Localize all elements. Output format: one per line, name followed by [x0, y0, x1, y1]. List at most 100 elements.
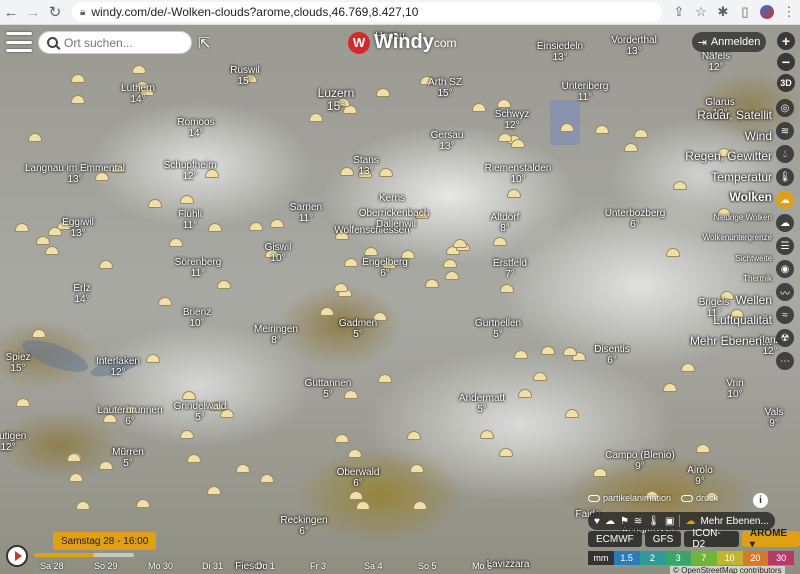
city-label[interactable]: Sörenberg 11° — [175, 257, 222, 279]
timeline-day[interactable]: Do 1 — [256, 561, 310, 571]
thermal-icon[interactable]: 〰 — [776, 283, 794, 301]
search-box[interactable] — [38, 31, 192, 54]
city-label[interactable]: Mürren 5° — [112, 447, 144, 469]
city-label[interactable]: Lauterbrunnen 6° — [97, 405, 162, 427]
layer-item-label[interactable]: Regen, Gewitter — [685, 146, 772, 167]
city-label[interactable]: Frutigen12° — [0, 431, 26, 453]
extensions-icon[interactable]: ✱ — [712, 1, 734, 23]
city-label[interactable]: Engelberg 6° — [362, 257, 408, 279]
city-label[interactable]: Oberrickenbach — [359, 208, 430, 219]
city-label[interactable]: Brienz 10° — [183, 307, 211, 329]
waves-icon[interactable]: ≈ — [776, 306, 794, 324]
layer-item-label[interactable]: Wolkenuntergrenze — [685, 228, 772, 249]
reload-icon[interactable]: ↻ — [44, 1, 66, 23]
city-label[interactable]: Vorderthal 13° — [611, 35, 657, 57]
city-label[interactable]: Dallenwil — [376, 219, 416, 230]
city-label[interactable]: Erstfeld 7° — [493, 258, 527, 280]
layer-item-label[interactable]: Niedrige Wolken — [685, 208, 772, 229]
model-tab[interactable]: AROME ▾ — [741, 528, 800, 550]
menu-icon[interactable] — [6, 32, 32, 52]
city-label[interactable]: Erlz 14° — [73, 283, 90, 305]
city-label[interactable]: Luthern 14° — [121, 83, 155, 105]
particles-toggle[interactable]: partikelanimation — [588, 493, 671, 503]
city-label[interactable]: Luzern 15° — [318, 87, 355, 113]
wind-icon[interactable]: ≋ — [776, 122, 794, 140]
temperature-icon[interactable]: 🌡︎ — [647, 516, 660, 527]
radar-icon[interactable]: ◎ — [776, 99, 794, 117]
timeline-day[interactable]: So 29 — [94, 561, 148, 571]
model-tab[interactable]: GFS — [644, 531, 682, 547]
pressure-toggle[interactable]: druck — [681, 493, 718, 503]
city-label[interactable]: Spiez 15° — [5, 352, 30, 374]
timeline-day[interactable]: Mo 30 — [148, 561, 202, 571]
share-page-icon[interactable]: ⇪ — [668, 1, 690, 23]
address-bar[interactable]: 🔒︎ windy.com/de/-Wolken-clouds?arome,clo… — [72, 2, 662, 22]
share-icon[interactable]: ⇱ — [198, 34, 211, 52]
city-label[interactable]: Airolo 9° — [687, 465, 713, 487]
city-label[interactable]: Schwyz 12° — [495, 109, 529, 131]
temperature-icon[interactable]: 🌡︎ — [776, 168, 794, 186]
attribution[interactable]: © OpenStreetMap contributors — [670, 566, 785, 574]
city-label[interactable]: Stans 13° — [353, 155, 379, 177]
layer-item-label[interactable]: Sichtweite — [685, 249, 772, 270]
timeline-day[interactable]: Mo 6 — [472, 561, 526, 571]
cloud-base-icon[interactable]: ☰ — [776, 237, 794, 255]
layer-item-label[interactable]: Wind — [685, 126, 772, 147]
visibility-icon[interactable]: ◉ — [776, 260, 794, 278]
search-input[interactable] — [64, 35, 184, 50]
city-label[interactable]: Romoos 14° — [177, 117, 214, 139]
city-label[interactable]: Gurtnellen 5° — [475, 318, 521, 340]
city-label[interactable]: Arth SZ 15° — [428, 77, 462, 99]
city-label[interactable]: Gersau 13° — [431, 130, 464, 152]
timeline-day[interactable]: So 5 — [418, 561, 472, 571]
city-label[interactable]: Flühli 11° — [178, 209, 202, 231]
city-label[interactable]: Grindelwald 5° — [174, 401, 227, 423]
city-label[interactable]: Vrin 10° — [726, 378, 743, 400]
city-label[interactable]: Disentis 6° — [594, 344, 630, 366]
browser-menu-icon[interactable]: ⋮ — [778, 1, 800, 23]
layer-item-label[interactable]: Luftqualität — [685, 310, 772, 331]
scale-unit[interactable]: mm — [588, 551, 614, 565]
city-label[interactable]: Giswil 10° — [265, 242, 292, 264]
city-label[interactable]: Ruswil 15° — [230, 65, 259, 87]
rain-icon[interactable]: 💧︎ — [776, 145, 794, 163]
air-quality-icon[interactable]: ☢ — [776, 329, 794, 347]
city-label[interactable]: Unterbozberg 6° — [605, 208, 666, 230]
more-icon[interactable]: ⋯ — [776, 352, 794, 370]
layer-item-label[interactable]: Mehr Ebenen... — [685, 331, 772, 352]
bookmark-star-icon[interactable]: ☆ — [690, 1, 712, 23]
city-label[interactable]: Schupfheim 12° — [164, 160, 217, 182]
clouds-icon[interactable]: ☁ — [685, 516, 695, 527]
timeline-day[interactable]: Sa 28 — [40, 561, 94, 571]
city-label[interactable]: Einsiedeln 13° — [537, 41, 583, 63]
info-icon[interactable]: i — [753, 493, 768, 508]
zoom-out-button[interactable]: − — [777, 53, 795, 71]
city-label[interactable]: Campo (Blenio) 9° — [605, 450, 674, 472]
city-label[interactable]: Oberwald 6° — [337, 467, 380, 489]
city-label[interactable]: Reckingen 6° — [280, 515, 327, 537]
city-label[interactable]: Sarnen 11° — [290, 202, 322, 224]
login-button[interactable]: ⇥ Anmelden — [692, 32, 766, 52]
webcam-icon[interactable]: ▣ — [665, 516, 674, 527]
low-clouds-icon[interactable]: ☁ — [776, 214, 794, 232]
city-label[interactable]: Meiringen 8° — [254, 324, 298, 346]
city-label[interactable]: Guttannen 5° — [305, 378, 352, 400]
model-tab[interactable]: ICON-D2 — [684, 528, 739, 550]
city-label[interactable]: Unteriberg 11° — [562, 81, 609, 103]
zoom-in-button[interactable]: + — [777, 32, 795, 50]
layer-item-label[interactable]: Wolken — [685, 187, 772, 208]
map-canvas[interactable]: Honau Einsiedeln 13° Vorderthal 13° Näfels 12°… — [0, 25, 800, 574]
profile-avatar[interactable] — [760, 5, 774, 19]
layer-item-label[interactable]: Radar, Satellit — [685, 105, 772, 126]
city-label[interactable]: Kerns — [379, 193, 405, 204]
city-label[interactable]: Riemenstalden 10° — [485, 163, 552, 185]
windy-logo[interactable]: W Windy com — [348, 31, 457, 54]
wind-icon[interactable]: ≋ — [634, 516, 642, 527]
city-label[interactable]: Andermatt 5° — [459, 393, 505, 415]
more-layers-link[interactable]: Mehr Ebenen... — [700, 516, 768, 527]
city-label[interactable]: Langnau im Emmental 13° — [25, 163, 125, 185]
forward-icon[interactable]: → — [22, 1, 44, 23]
back-icon[interactable]: ← — [0, 1, 22, 23]
3d-button[interactable]: 3D — [777, 74, 795, 92]
flag-icon[interactable]: ⚑ — [620, 516, 629, 527]
